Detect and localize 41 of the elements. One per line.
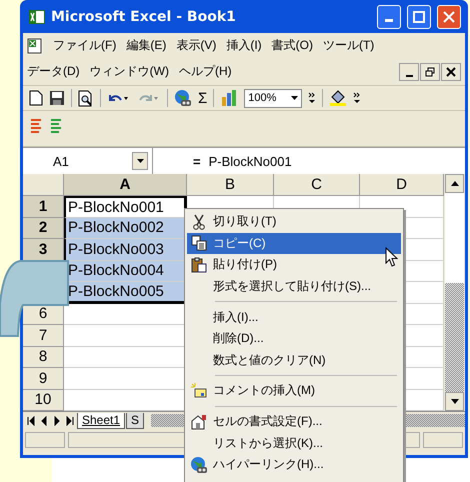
context-menu-item[interactable]: 数式と値のクリア(N) xyxy=(187,350,401,372)
column-header[interactable]: A xyxy=(64,174,187,196)
sheet-tab[interactable]: Sheet1 xyxy=(77,412,126,428)
menu-item[interactable]: 挿入(I) xyxy=(226,37,262,54)
context-menu-item[interactable]: コメントの挿入(M) xyxy=(187,380,401,402)
row-header[interactable]: 10 xyxy=(23,390,64,411)
row-header[interactable]: 3 xyxy=(23,239,64,260)
context-menu-item[interactable]: セルの書式設定(F)... xyxy=(187,410,401,432)
formula-field[interactable]: P-BlockNo001 xyxy=(208,154,292,168)
table-cell: P-BlockNo001 xyxy=(64,196,187,218)
menu-item[interactable]: ツール(T) xyxy=(322,37,374,54)
menu-item[interactable]: 書式(O) xyxy=(272,37,313,54)
menu-item[interactable]: ヘルプ(H) xyxy=(179,63,232,80)
context-menu-item[interactable]: 切り取り(T) xyxy=(187,211,401,233)
menu-item[interactable]: ファイル(F) xyxy=(53,37,116,54)
menu-item[interactable]: ウィンドウ(W) xyxy=(90,63,169,80)
menu-item[interactable]: 編集(E) xyxy=(126,37,166,54)
table-cell: P-BlockNo003 xyxy=(64,239,187,260)
row-header[interactable]: 8 xyxy=(23,346,64,368)
row-header[interactable]: 7 xyxy=(23,325,64,346)
row-header[interactable]: 9 xyxy=(23,368,64,390)
column-header[interactable]: D xyxy=(360,174,444,196)
menu-item[interactable]: データ(D) xyxy=(27,63,80,80)
context-menu-item[interactable]: 削除(D)... xyxy=(187,328,401,350)
column-header[interactable]: B xyxy=(187,174,274,196)
window-title: Microsoft Excel - Book1 xyxy=(51,8,237,24)
context-menu-item[interactable]: リストから選択(K)... xyxy=(187,432,401,454)
menu-item[interactable]: 表示(V) xyxy=(176,37,216,54)
column-header[interactable]: C xyxy=(274,174,360,196)
row-header[interactable]: 1 xyxy=(23,196,64,218)
context-menu-item[interactable]: 形式を選択して貼り付け(S)... xyxy=(187,276,401,298)
context-menu-item[interactable]: コピー(C) xyxy=(187,232,401,254)
context-menu-item[interactable]: 貼り付け(P) xyxy=(187,254,401,276)
table-cell: P-BlockNo002 xyxy=(64,218,187,239)
row-header[interactable]: 2 xyxy=(23,218,64,239)
context-menu-item[interactable]: 挿入(I)... xyxy=(187,306,401,328)
autosum-button[interactable]: Σ xyxy=(198,90,208,106)
equals-sign: = xyxy=(192,154,202,168)
zoom-dropdown[interactable]: 100% xyxy=(244,88,302,108)
sheet-tab[interactable]: S xyxy=(126,412,144,428)
context-menu-item[interactable]: ハイパーリンク(H)... xyxy=(187,454,401,476)
